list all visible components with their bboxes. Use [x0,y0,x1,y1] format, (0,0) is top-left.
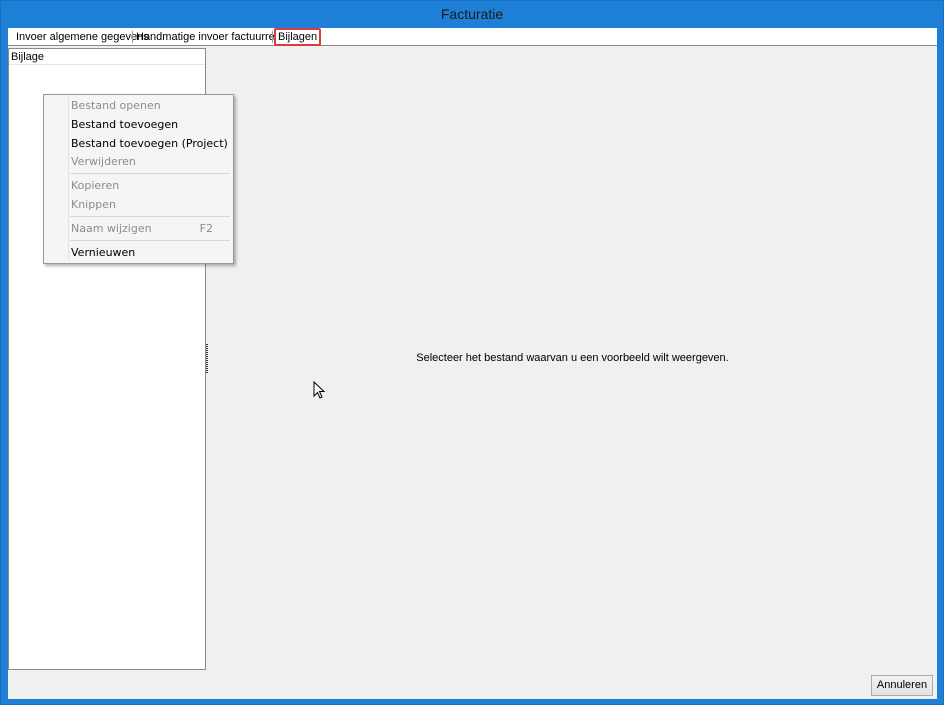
menu-item-verwijderen[interactable]: Verwijderen [71,152,231,171]
menu-item-bestand-toevoegen-project[interactable]: Bestand toevoegen (Project) [71,134,231,153]
column-header-bijlage[interactable]: Bijlage [9,49,205,65]
menu-item-bestand-toevoegen[interactable]: Bestand toevoegen [71,115,231,134]
menu-item-naam-wijzigen[interactable]: Naam wijzigen F2 [71,219,231,238]
preview-placeholder-message: Selecteer het bestand waarvan u een voor… [416,352,729,364]
menu-item-label: Naam wijzigen [71,222,152,235]
menu-item-bestand-openen[interactable]: Bestand openen [71,96,231,115]
window-title: Facturatie [440,6,504,22]
menu-item-shortcut: F2 [199,222,213,235]
tab-separator [272,31,273,43]
menu-separator [70,173,230,174]
context-menu: Bestand openen Bestand toevoegen Bestand… [43,94,234,264]
menu-item-kopieren[interactable]: Kopieren [71,176,231,195]
tab-invoer-algemene-gegevens[interactable]: Invoer algemene gegevens [16,29,149,45]
tab-strip: Invoer algemene gegevens Handmatige invo… [8,28,937,46]
tab-bijlagen[interactable]: Bijlagen [274,28,322,46]
menu-separator [70,216,230,217]
tab-separator [132,31,133,43]
menu-item-knippen[interactable]: Knippen [71,195,231,214]
cancel-button[interactable]: Annuleren [871,675,933,696]
mouse-pointer-icon [313,381,325,399]
context-menu-icon-gutter [68,97,69,261]
menu-separator [70,240,230,241]
menu-item-vernieuwen[interactable]: Vernieuwen [71,243,231,262]
